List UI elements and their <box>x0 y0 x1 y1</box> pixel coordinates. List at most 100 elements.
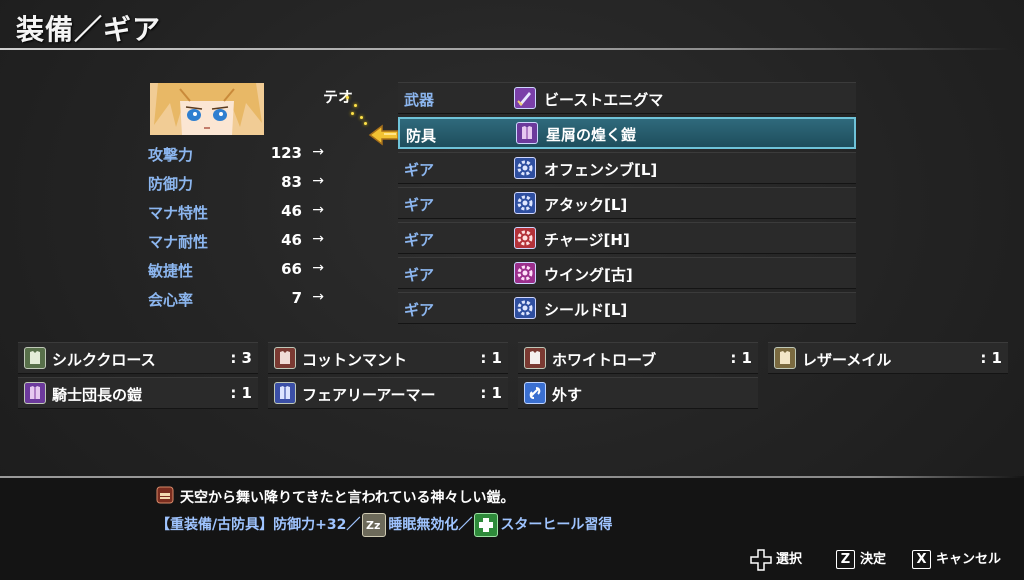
slot-label: 防具 <box>406 127 437 145</box>
slot-label: ギア <box>404 231 435 249</box>
gear-icon <box>514 227 536 249</box>
hint-label: 決定 <box>860 552 887 567</box>
stat-label: 敏捷性 <box>148 262 194 280</box>
cursor-pointer-icon <box>368 124 399 146</box>
inventory-item-count: : 1 <box>480 384 502 402</box>
inventory-item[interactable]: 騎士団長の鎧 : 1 <box>18 377 258 409</box>
cloth-armor-icon <box>274 347 296 369</box>
character-portrait <box>150 83 264 135</box>
panel-divider <box>0 476 1024 478</box>
equipment-slot-gear-3[interactable]: ギア チャージ[H] <box>398 222 856 254</box>
sword-icon <box>514 87 536 109</box>
stat-critical: 会心率 7 → <box>148 289 330 311</box>
stat-mana-resist: マナ耐性 46 → <box>148 231 330 253</box>
header-divider <box>0 48 1010 50</box>
stat-agility: 敏捷性 66 → <box>148 260 330 282</box>
equipment-slot-gear-5[interactable]: ギア シールド[L] <box>398 292 856 324</box>
slot-item-name: シールド[L] <box>544 301 628 319</box>
inventory-item-count: : 1 <box>230 384 252 402</box>
effect-prefix: 【重装備/古防具】防御力+32／ <box>156 517 361 533</box>
hint-label: 選択 <box>776 552 803 567</box>
slot-item-name: 星屑の煌く鎧 <box>546 126 637 144</box>
cloth-armor-icon <box>774 347 796 369</box>
inventory-item[interactable]: ホワイトローブ : 1 <box>518 342 758 374</box>
effect-sleep: 睡眠無効化／ <box>388 517 473 533</box>
gear-icon <box>514 262 536 284</box>
stat-arrow-icon: → <box>312 144 324 160</box>
inventory-item[interactable]: フェアリーアーマー : 1 <box>268 377 508 409</box>
slot-label: 武器 <box>404 91 435 109</box>
armor-icon <box>516 122 538 144</box>
stat-mana-power: マナ特性 46 → <box>148 202 330 224</box>
stat-arrow-icon: → <box>312 231 324 247</box>
stat-label: 防御力 <box>148 175 194 193</box>
gear-icon <box>514 157 536 179</box>
equipment-slot-armor[interactable]: 防具 星屑の煌く鎧 <box>398 117 856 149</box>
slot-item-name: アタック[L] <box>544 196 628 214</box>
stat-label: 会心率 <box>148 291 194 309</box>
inventory-item-name: コットンマント <box>302 351 408 369</box>
effect-skill: スターヒール習得 <box>500 517 613 533</box>
x-key-icon: X <box>912 550 931 569</box>
slot-item-name: ビーストエニグマ <box>544 91 664 109</box>
hint-cancel: X キャンセル <box>912 548 1001 569</box>
unequip-icon <box>524 382 546 404</box>
slot-label: ギア <box>404 196 435 214</box>
heal-skill-icon <box>474 513 499 537</box>
stat-arrow-icon: → <box>312 202 324 218</box>
cloth-armor-icon <box>524 347 546 369</box>
inventory-item[interactable]: シルククロース : 3 <box>18 342 258 374</box>
armor-icon <box>274 382 296 404</box>
hint-label: キャンセル <box>936 552 1002 567</box>
slot-item-name: ウイング[古] <box>544 266 633 284</box>
equipment-slot-gear-2[interactable]: ギア アタック[L] <box>398 187 856 219</box>
page-title: 装備／ギア <box>16 13 162 46</box>
stat-value: 46 <box>281 202 302 220</box>
stat-value: 123 <box>270 144 302 162</box>
stat-value: 7 <box>291 289 302 307</box>
item-description: 天空から舞い降りてきたと言われている神々しい鎧。 <box>180 490 515 506</box>
inventory-item-count: : 1 <box>480 349 502 367</box>
slot-label: ギア <box>404 266 435 284</box>
inventory-item-count: : 1 <box>730 349 752 367</box>
stat-value: 46 <box>281 231 302 249</box>
stat-attack: 攻撃力 123 → <box>148 144 330 166</box>
stat-label: マナ耐性 <box>148 233 209 251</box>
inventory-item[interactable]: レザーメイル : 1 <box>768 342 1008 374</box>
equipment-slot-weapon[interactable]: 武器 ビーストエニグマ <box>398 82 856 114</box>
inventory-item-name: シルククロース <box>52 351 156 369</box>
svg-text:Zz: Zz <box>366 519 380 532</box>
inventory-item-name: フェアリーアーマー <box>302 386 436 404</box>
equipment-slot-gear-1[interactable]: ギア オフェンシブ[L] <box>398 152 856 184</box>
sleep-immunity-icon: Zz <box>362 513 387 537</box>
hint-confirm: Z 決定 <box>836 548 886 569</box>
stat-arrow-icon: → <box>312 173 324 189</box>
inventory-item-name: レザーメイル <box>802 351 892 369</box>
item-effects: 【重装備/古防具】防御力+32／ Zz 睡眠無効化／ スターヒール習得 <box>156 513 612 537</box>
inventory-item[interactable]: コットンマント : 1 <box>268 342 508 374</box>
inventory-item-count: : 1 <box>980 349 1002 367</box>
unequip-option[interactable]: 外す <box>518 377 758 409</box>
stat-value: 83 <box>281 173 302 191</box>
stat-arrow-icon: → <box>312 260 324 276</box>
stat-label: マナ特性 <box>148 204 209 222</box>
slot-label: ギア <box>404 301 435 319</box>
header: 装備／ギア <box>0 0 1024 52</box>
equipment-slot-gear-4[interactable]: ギア ウイング[古] <box>398 257 856 289</box>
gear-icon <box>514 297 536 319</box>
stat-arrow-icon: → <box>312 289 324 305</box>
gear-icon <box>514 192 536 214</box>
stat-value: 66 <box>281 260 302 278</box>
slot-item-name: チャージ[H] <box>544 231 630 249</box>
inventory-item-name: 騎士団長の鎧 <box>52 386 143 404</box>
inventory-item-count: : 3 <box>230 349 252 367</box>
z-key-icon: Z <box>836 550 855 569</box>
stat-label: 攻撃力 <box>148 146 194 164</box>
armor-icon <box>24 382 46 404</box>
inventory-item-name: ホワイトローブ <box>552 351 657 369</box>
inventory-item-name: 外す <box>552 386 583 404</box>
cloth-armor-icon <box>24 347 46 369</box>
hint-select: 選択 <box>750 548 802 571</box>
sparkle-effect <box>344 92 370 126</box>
slot-label: ギア <box>404 161 435 179</box>
